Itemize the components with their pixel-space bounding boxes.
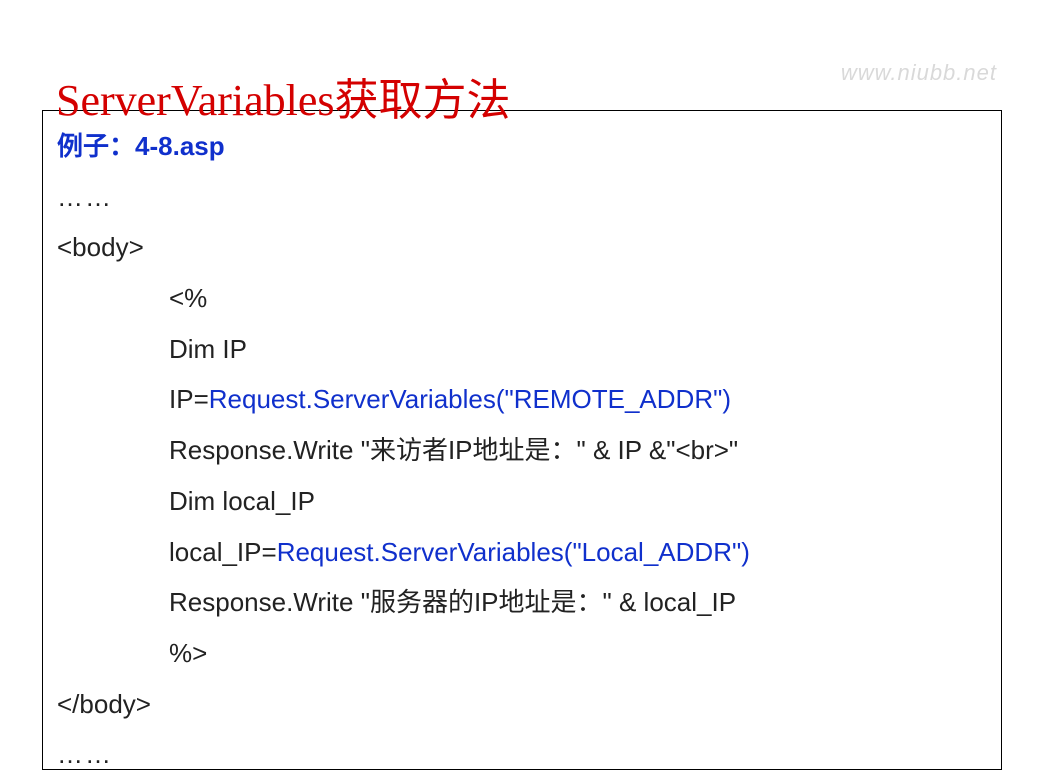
rw1-b: 来访者IP地址是： [370,435,577,465]
code-response-write-2: Response.Write "服务器的IP地址是：" & local_IP [57,577,987,628]
ellipsis-top: …… [57,172,987,223]
code-asp-close: %> [57,628,987,679]
example-label: 例子： [57,131,135,161]
example-header: 例子：4-8.asp [57,121,987,172]
code-sample-box: 例子：4-8.asp …… <body> <% Dim IP IP=Reques… [42,110,1002,770]
code-ip-assign: IP=Request.ServerVariables("REMOTE_ADDR"… [57,374,987,425]
ip-assign-lhs: IP= [169,384,209,414]
rw1-a: Response.Write " [169,435,370,465]
dim-local-text: Dim local_IP [169,486,315,516]
code-response-write-1: Response.Write "来访者IP地址是：" & IP &"<br>" [57,425,987,476]
example-file: 4-8.asp [135,131,225,161]
rw2-a: Response.Write " [169,587,370,617]
rw2-b: 服务器的IP地址是： [370,587,603,617]
code-body-open: <body> [57,222,987,273]
local-assign-rhs: Request.ServerVariables("Local_ADDR") [277,537,750,567]
asp-open-tag: <% [169,283,207,313]
ip-assign-rhs: Request.ServerVariables("REMOTE_ADDR") [209,384,731,414]
watermark: www.niubb.net [841,60,997,86]
dim-ip-text: Dim IP [169,334,247,364]
rw2-c: " & local_IP [603,587,737,617]
code-dim-ip: Dim IP [57,324,987,375]
ellipsis-bottom: …… [57,729,987,780]
local-assign-lhs: local_IP= [169,537,277,567]
page-title: ServerVariables获取方法 [56,64,511,128]
code-local-assign: local_IP=Request.ServerVariables("Local_… [57,527,987,578]
asp-close-tag: %> [169,638,207,668]
code-asp-open: <% [57,273,987,324]
code-dim-local: Dim local_IP [57,476,987,527]
code-body-close: </body> [57,679,987,730]
rw1-c: " & IP &"<br>" [577,435,739,465]
